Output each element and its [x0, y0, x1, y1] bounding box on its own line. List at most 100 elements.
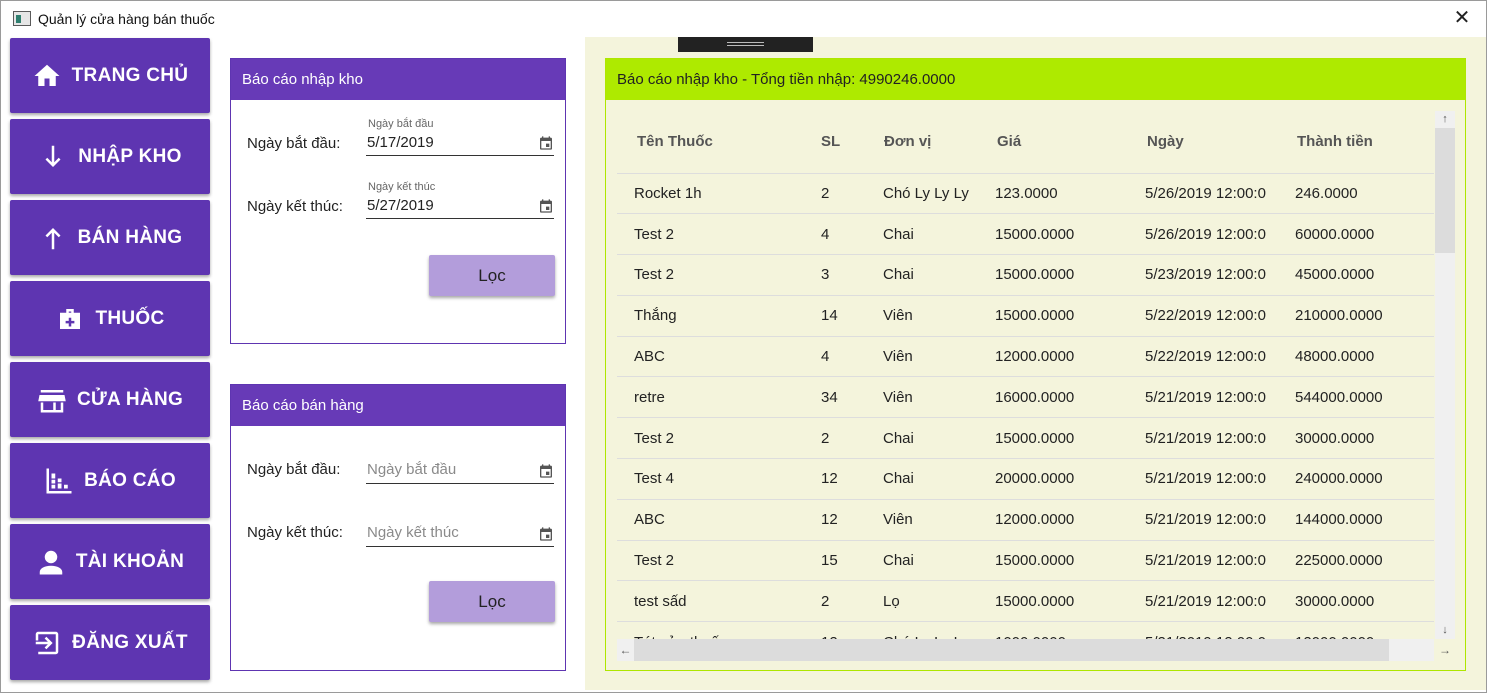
arrow-up-icon: [45, 227, 61, 249]
nav-home-button[interactable]: TRANG CHỦ: [10, 38, 210, 113]
table-cell: Chai: [866, 254, 978, 296]
table-row[interactable]: test sấd 2 Lọ 15000.0000 5/21/2019 12:00:0 30…: [617, 580, 1434, 623]
table-cell: 5/26/2019 12:00:0: [1128, 173, 1278, 215]
table-header-row: Tên Thuốc SL Đơn vị Giá Ngày Thành tiền: [617, 111, 1434, 174]
chart-icon: [46, 468, 72, 493]
table-cell: 12: [804, 458, 866, 500]
table-cell: 5/21/2019 12:00:0: [1128, 458, 1278, 500]
sales-report-title: Báo cáo bán hàng: [231, 385, 565, 426]
table-cell: 5/21/2019 12:00:0: [1128, 540, 1278, 582]
import-report-card: Báo cáo nhập kho Ngày bắt đầu: Ngày bắt …: [230, 58, 566, 344]
splitter-handle[interactable]: [678, 37, 813, 52]
table-cell: Chai: [866, 540, 978, 582]
table-cell: 60000.0000: [1278, 213, 1434, 256]
column-header-date[interactable]: Ngày: [1128, 111, 1278, 174]
nav-home-label: TRANG CHỦ: [71, 64, 189, 86]
sales-end-date-picker[interactable]: Ngày kết thúc: [366, 511, 554, 547]
table-cell: Chai: [866, 458, 978, 500]
table-cell: 16000.0000: [978, 376, 1128, 419]
table-cell: 15000.0000: [978, 540, 1128, 582]
table-cell: Chó Ly Ly Ly: [866, 173, 978, 215]
calendar-icon[interactable]: [538, 526, 554, 542]
table-cell: 5/22/2019 12:00:0: [1128, 336, 1278, 378]
scroll-down-icon[interactable]: ↓: [1435, 622, 1455, 639]
calendar-icon[interactable]: [538, 135, 554, 151]
table-cell: 14: [804, 295, 866, 337]
vertical-scrollbar[interactable]: ↑ ↓: [1435, 111, 1455, 639]
nav-import-label: NHẬP KHO: [78, 145, 182, 167]
nav-report-button[interactable]: BÁO CÁO: [10, 443, 210, 518]
table-cell: 2: [804, 417, 866, 460]
table-row[interactable]: Test 2 3 Chai 15000.0000 5/23/2019 12:00:0 45…: [617, 254, 1434, 296]
column-header-price[interactable]: Giá: [978, 111, 1128, 174]
nav-store-button[interactable]: CỬA HÀNG: [10, 362, 210, 437]
nav-sales-label: BÁN HÀNG: [77, 226, 183, 248]
table-row[interactable]: Rocket 1h 2 Chó Ly Ly Ly 123.0000 5/26/2019 …: [617, 173, 1434, 215]
sales-end-label: Ngày kết thúc:: [247, 524, 343, 541]
table-row[interactable]: retre 34 Viên 16000.0000 5/21/2019 12:00:0 54…: [617, 376, 1434, 419]
sales-end-placeholder: Ngày kết thúc: [367, 524, 459, 541]
calendar-icon[interactable]: [538, 198, 554, 214]
import-start-label: Ngày bắt đầu:: [247, 135, 341, 152]
import-start-date-picker[interactable]: Ngày bắt đầu 5/17/2019: [366, 118, 554, 156]
store-icon: [38, 389, 66, 412]
column-header-name[interactable]: Tên Thuốc: [617, 111, 804, 174]
table-row[interactable]: Thắng 14 Viên 15000.0000 5/22/2019 12:00:0 21…: [617, 295, 1434, 337]
table-cell: Chai: [866, 213, 978, 256]
table-cell: 12: [804, 621, 866, 639]
medical-bag-icon: [60, 308, 81, 329]
account-icon: [39, 550, 63, 574]
sales-start-date-picker[interactable]: Ngày bắt đầu: [366, 448, 554, 484]
table-row[interactable]: ABC 4 Viên 12000.0000 5/22/2019 12:00:0 48000…: [617, 336, 1434, 378]
import-filter-button[interactable]: Lọc: [429, 255, 555, 296]
horizontal-scroll-thumb[interactable]: [634, 639, 1389, 661]
sidebar: TRANG CHỦ NHẬP KHO BÁN HÀNG THUỐC CỬA HÀ…: [5, 37, 213, 690]
table-row[interactable]: ABC 12 Viên 12000.0000 5/21/2019 12:00:0 1440…: [617, 499, 1434, 541]
scroll-left-icon[interactable]: ←: [617, 639, 634, 661]
table-cell: Test 4: [617, 458, 804, 500]
app-icon: [13, 11, 31, 26]
import-end-date-picker[interactable]: Ngày kết thúc 5/27/2019: [366, 181, 554, 219]
table-cell: test sấd: [617, 580, 804, 623]
table-cell: 15000.0000: [978, 213, 1128, 256]
column-header-total[interactable]: Thành tiền: [1278, 111, 1434, 174]
table-cell: Viên: [866, 336, 978, 378]
table-cell: 34: [804, 376, 866, 419]
result-report-card: Báo cáo nhập kho - Tổng tiền nhập: 49902…: [605, 58, 1466, 671]
vertical-scroll-thumb[interactable]: [1435, 128, 1455, 253]
table-cell: 15000.0000: [978, 417, 1128, 460]
nav-logout-label: ĐĂNG XUẤT: [72, 631, 188, 653]
import-start-hint: Ngày bắt đầu: [368, 118, 434, 130]
nav-account-label: TÀI KHOẢN: [75, 550, 185, 572]
nav-sales-button[interactable]: BÁN HÀNG: [10, 200, 210, 275]
home-icon: [34, 64, 60, 86]
nav-import-button[interactable]: NHẬP KHO: [10, 119, 210, 194]
table-cell: 3: [804, 254, 866, 296]
sales-filter-button[interactable]: Lọc: [429, 581, 555, 622]
close-button[interactable]: ✕: [1452, 7, 1472, 29]
table-row[interactable]: Test 2 4 Chai 15000.0000 5/26/2019 12:00:0 60…: [617, 213, 1434, 256]
scroll-right-icon[interactable]: →: [1435, 642, 1455, 659]
nav-medicine-button[interactable]: THUỐC: [10, 281, 210, 356]
table-cell: Test 2: [617, 417, 804, 460]
sales-report-card: Báo cáo bán hàng Ngày bắt đầu: Ngày bắt …: [230, 384, 566, 671]
table-cell: 225000.0000: [1278, 540, 1434, 582]
table-row[interactable]: Tét sửa thuốc12Chó Ly Ly Ly1000.00005/21…: [617, 621, 1434, 639]
table-cell: Chai: [866, 417, 978, 460]
nav-account-button[interactable]: TÀI KHOẢN: [10, 524, 210, 599]
column-header-unit[interactable]: Đơn vị: [866, 111, 978, 174]
table-row[interactable]: Test 2 15 Chai 15000.0000 5/21/2019 12:00:0 2…: [617, 540, 1434, 582]
table-cell: 544000.0000: [1278, 376, 1434, 419]
table-cell: 12000.0000: [978, 499, 1128, 541]
table-cell: 5/21/2019 12:00:0: [1128, 499, 1278, 541]
table-row[interactable]: Test 2 2 Chai 15000.0000 5/21/2019 12:00:0 30…: [617, 417, 1434, 460]
scroll-up-icon[interactable]: ↑: [1435, 111, 1455, 128]
nav-logout-button[interactable]: ĐĂNG XUẤT: [10, 605, 210, 680]
horizontal-scrollbar[interactable]: ←: [617, 639, 1434, 661]
import-end-label: Ngày kết thúc:: [247, 198, 343, 215]
table-cell: 240000.0000: [1278, 458, 1434, 500]
table-cell: Viên: [866, 295, 978, 337]
calendar-icon[interactable]: [538, 463, 554, 479]
column-header-qty[interactable]: SL: [804, 111, 866, 174]
table-row[interactable]: Test 4 12 Chai 20000.0000 5/21/2019 12:00:0 2…: [617, 458, 1434, 500]
